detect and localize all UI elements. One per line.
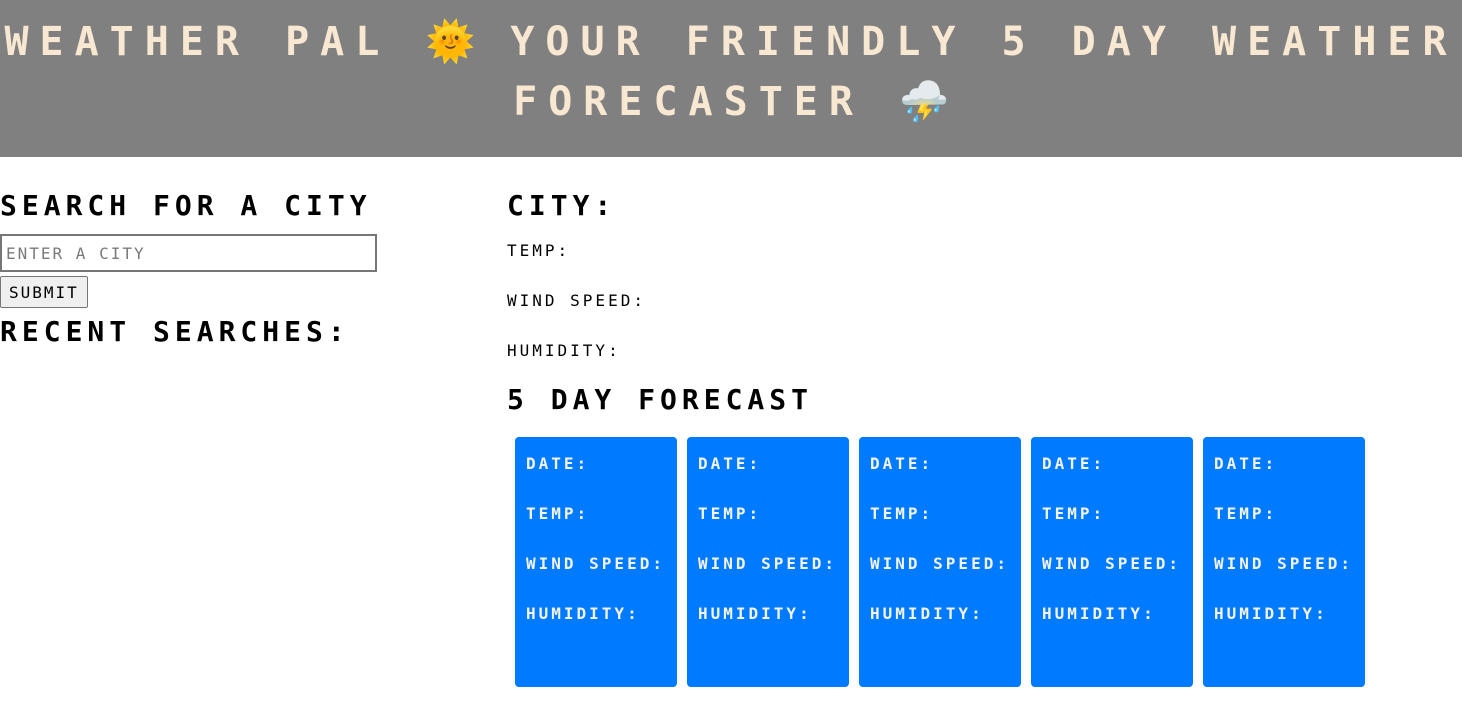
forecast-temp: Temp: (870, 504, 934, 523)
forecast-card-2: Date: Temp: Wind Speed: Humidity: (687, 437, 849, 687)
forecast-temp: Temp: (1214, 504, 1278, 523)
city-search-input[interactable] (0, 234, 377, 272)
forecast-date: Date: (1042, 454, 1106, 473)
current-humidity: Humidity: (507, 341, 621, 360)
forecast-date: Date: (526, 454, 590, 473)
forecast-wind-speed: Wind Speed: (1214, 554, 1353, 573)
forecast-temp: Temp: (698, 504, 762, 523)
submit-button[interactable]: Submit (0, 276, 88, 308)
forecast-card-1: Date: Temp: Wind Speed: Humidity: (515, 437, 677, 687)
forecast-wind-speed: Wind Speed: (698, 554, 837, 573)
forecast-humidity: Humidity: (1214, 604, 1328, 623)
app-tagline: Your Friendly 5 Day Weather (510, 19, 1458, 65)
forecast-card-4: Date: Temp: Wind Speed: Humidity: (1031, 437, 1193, 687)
current-wind-speed: Wind Speed: (507, 291, 646, 310)
search-sidebar: Search for a City Submit Recent Searches… (0, 186, 470, 352)
app-tagline-end: Forecaster (513, 79, 864, 125)
current-city-heading: City: (507, 189, 617, 222)
forecast-wind-speed: Wind Speed: (526, 554, 665, 573)
forecast-heading: 5 Day Forecast (507, 383, 814, 416)
forecast-humidity: Humidity: (1042, 604, 1156, 623)
search-heading: Search for a City (0, 189, 372, 222)
recent-searches-heading: Recent Searches: (0, 315, 350, 348)
sun-icon: 🌞 (425, 19, 476, 65)
current-temp: Temp: (507, 241, 571, 260)
forecast-humidity: Humidity: (698, 604, 812, 623)
forecast-card-5: Date: Temp: Wind Speed: Humidity: (1203, 437, 1365, 687)
forecast-date: Date: (1214, 454, 1278, 473)
forecast-card-3: Date: Temp: Wind Speed: Humidity: (859, 437, 1021, 687)
thunderstorm-icon: ⛈️ (899, 79, 949, 125)
forecast-wind-speed: Wind Speed: (870, 554, 1009, 573)
forecast-temp: Temp: (526, 504, 590, 523)
page-header: Weather Pal 🌞 Your Friendly 5 Day Weathe… (0, 0, 1462, 157)
weather-main: City: Temp: Wind Speed: Humidity: 5 Day … (507, 186, 1447, 687)
header-title-line-1: Weather Pal 🌞 Your Friendly 5 Day Weathe… (0, 12, 1462, 72)
header-title-line-2: Forecaster ⛈️ (0, 72, 1462, 132)
app-name: Weather Pal (4, 19, 391, 65)
forecast-date: Date: (698, 454, 762, 473)
forecast-date: Date: (870, 454, 934, 473)
forecast-wind-speed: Wind Speed: (1042, 554, 1181, 573)
forecast-humidity: Humidity: (870, 604, 984, 623)
forecast-humidity: Humidity: (526, 604, 640, 623)
forecast-temp: Temp: (1042, 504, 1106, 523)
forecast-cards: Date: Temp: Wind Speed: Humidity: Date: … (515, 437, 1365, 687)
